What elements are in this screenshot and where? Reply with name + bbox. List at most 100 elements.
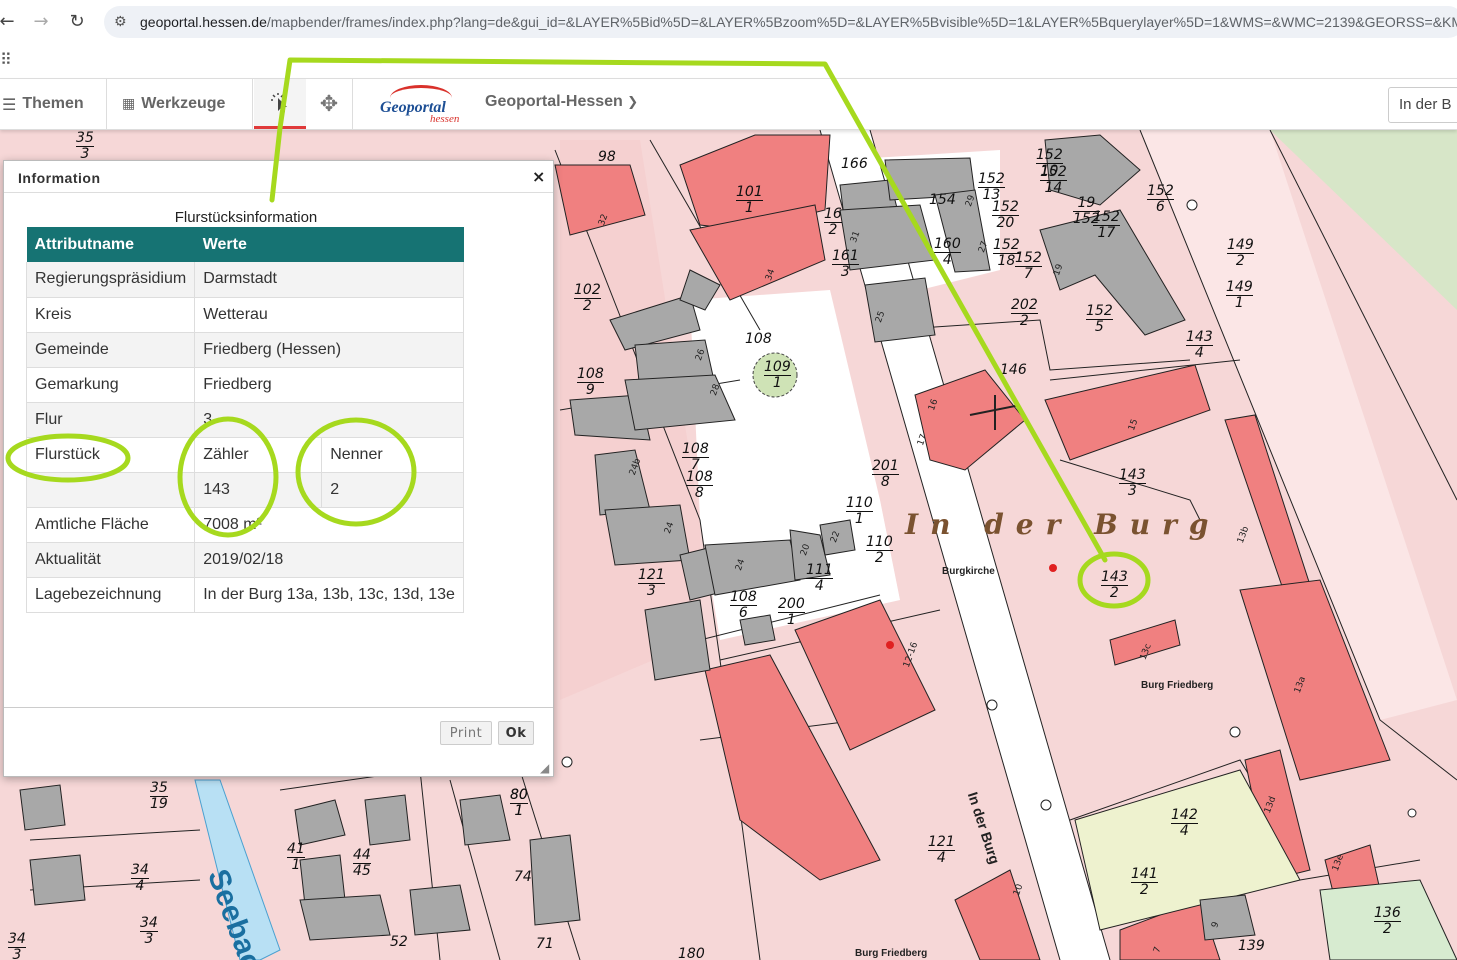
parcel-denominator: 7 xyxy=(1023,266,1033,282)
value-cell: 3 xyxy=(194,402,464,438)
survey-point xyxy=(1049,564,1057,572)
parcel-numerator: 121 xyxy=(638,567,665,584)
werkzeuge-button[interactable]: ▦ Werkzeuge xyxy=(122,79,225,129)
attribute-name-cell: Lagebezeichnung xyxy=(25,577,196,613)
parcel-denominator: 1 xyxy=(854,511,864,527)
parcel-number-label: 71 xyxy=(536,937,554,952)
parcel-number-label: 143 2 xyxy=(1101,570,1128,601)
parcel-numerator: 34 xyxy=(131,862,149,879)
parcel-numerator: 152 xyxy=(1015,250,1042,267)
search-input[interactable]: In der B xyxy=(1388,87,1457,123)
parcel-number-label: 154 xyxy=(929,193,956,208)
parcel-number-label: 146 xyxy=(1000,363,1027,378)
parcel-number-label: 74 xyxy=(514,870,532,885)
feature-info-button[interactable] xyxy=(254,79,306,129)
parcel-denominator: 4 xyxy=(936,850,946,866)
parcel-denominator: 3 xyxy=(144,931,154,947)
parcel-number-label: 143 4 xyxy=(1186,330,1213,361)
parcel-number-label: 41 1 xyxy=(287,842,305,873)
parcel-number-label: 16 2 xyxy=(824,207,842,238)
parcel-number-label: 152 14 xyxy=(1040,165,1067,196)
toolbar-divider xyxy=(106,79,107,129)
close-icon[interactable]: × xyxy=(532,167,545,186)
parcel-number-label: 34 4 xyxy=(131,863,149,894)
attribute-name-cell: Aktualität xyxy=(25,542,196,578)
street-name-label: In der Burg xyxy=(905,508,1221,541)
parcel-numerator: 71 xyxy=(536,936,554,952)
parcel-denominator: 5 xyxy=(1094,319,1104,335)
attribute-name-cell: Flurstück xyxy=(25,437,196,473)
print-button[interactable]: Print xyxy=(440,721,492,745)
back-icon[interactable]: ← xyxy=(0,8,20,34)
parcel-number-label: 142 4 xyxy=(1171,808,1198,839)
parcel-numerator: 108 xyxy=(745,331,772,347)
pointer-click-icon xyxy=(271,92,287,113)
attribute-name-cell: Amtliche Fläche xyxy=(25,507,196,543)
value-cell: Wetterau xyxy=(194,297,464,333)
site-info-icon[interactable]: ⚙ xyxy=(114,14,127,30)
parcel-numerator: 202 xyxy=(1011,297,1038,314)
parcel-number-label: 34 3 xyxy=(8,932,26,960)
parcel-number-label: 202 2 xyxy=(1011,298,1038,329)
parcel-number-label: 201 8 xyxy=(872,459,899,490)
address-bar[interactable]: ⚙ geoportal.hessen.de/mapbender/frames/i… xyxy=(104,6,1457,38)
themen-button[interactable]: ☰ Themen xyxy=(2,79,84,129)
parcel-denominator: 9 xyxy=(585,382,595,398)
value-cell: Friedberg (Hessen) xyxy=(194,332,464,368)
resize-handle-icon[interactable]: ◢ xyxy=(540,761,549,775)
parcel-numerator: 152 xyxy=(1036,147,1063,164)
attribute-name-cell: Flur xyxy=(25,402,196,438)
parcel-numerator: 108 xyxy=(682,441,709,458)
browser-toolbar: ← → ↻ ⚙ geoportal.hessen.de/mapbender/fr… xyxy=(0,0,1457,44)
parcel-numerator: 80 xyxy=(510,787,528,804)
parcel-numerator: 152 xyxy=(1040,164,1067,181)
parcel-numerator: 136 xyxy=(1374,905,1401,922)
pan-move-icon[interactable]: ✥ xyxy=(306,79,352,129)
table-row: Amtliche Fläche 7008 m² xyxy=(25,507,464,543)
parcel-number-label: 166 xyxy=(841,157,868,172)
header-attributname: Attributname xyxy=(26,227,195,262)
parcel-number-label: 109 1 xyxy=(764,360,791,391)
grid-icon: ▦ xyxy=(122,96,136,112)
parcel-numerator: 102 xyxy=(574,282,601,299)
parcel-number-label: 152 7 xyxy=(1015,251,1042,282)
apps-grid-icon[interactable]: ⠿ xyxy=(0,50,12,69)
ok-button[interactable]: Ok xyxy=(498,721,534,745)
parcel-denominator: 8 xyxy=(880,474,890,490)
parcel-number-label: 152 6 xyxy=(1147,184,1174,215)
table-row: Aktualität 2019/02/18 xyxy=(25,542,464,578)
parcel-number-label: 101 1 xyxy=(736,185,763,216)
parcel-numerator: 44 xyxy=(353,847,371,864)
reload-icon[interactable]: ↻ xyxy=(64,8,90,34)
parcel-numerator: 143 xyxy=(1119,467,1146,484)
table-caption: Flurstücksinformation xyxy=(174,209,318,226)
geoportal-logo[interactable]: Geoportal hessen xyxy=(376,85,476,125)
parcel-numerator: 19 xyxy=(1073,196,1100,212)
parcel-number-label: 98 xyxy=(598,150,616,165)
portal-dropdown[interactable]: Geoportal-Hessen ❯ xyxy=(485,93,638,111)
zaehler-value: 143 xyxy=(194,472,323,508)
parcel-numerator: 201 xyxy=(872,458,899,475)
forward-icon[interactable]: → xyxy=(28,8,54,34)
parcel-number-label: 136 2 xyxy=(1374,906,1401,937)
parcel-denominator: 8 xyxy=(694,485,704,501)
parcel-number-label: 143 3 xyxy=(1119,468,1146,499)
parcel-numerator: 52 xyxy=(390,934,408,950)
parcel-numerator: 149 xyxy=(1226,279,1253,296)
parcel-numerator: 142 xyxy=(1171,807,1198,824)
table-row: Regierungspräsidium Darmstadt xyxy=(25,262,464,298)
parcel-number-label: 200 1 xyxy=(778,597,805,628)
toolbar-divider xyxy=(352,79,353,129)
werkzeuge-label: Werkzeuge xyxy=(141,95,226,112)
dialog-titlebar[interactable]: Information × xyxy=(4,161,553,193)
parcel-numerator: 200 xyxy=(778,596,805,613)
nenner-value: 2 xyxy=(321,472,464,508)
parcel-numerator: 110 xyxy=(846,495,873,512)
survey-point xyxy=(886,641,894,649)
parcel-denominator: 2 xyxy=(582,298,592,314)
bookmark-bar: ⠿ xyxy=(0,44,1457,78)
parcel-numerator: 41 xyxy=(287,841,305,858)
app-toolbar: ☰ Themen ▦ Werkzeuge ✥ Geoportal hessen … xyxy=(0,78,1457,130)
church-label: Burgkirche xyxy=(942,566,995,577)
table-row: Gemeinde Friedberg (Hessen) xyxy=(25,332,464,368)
